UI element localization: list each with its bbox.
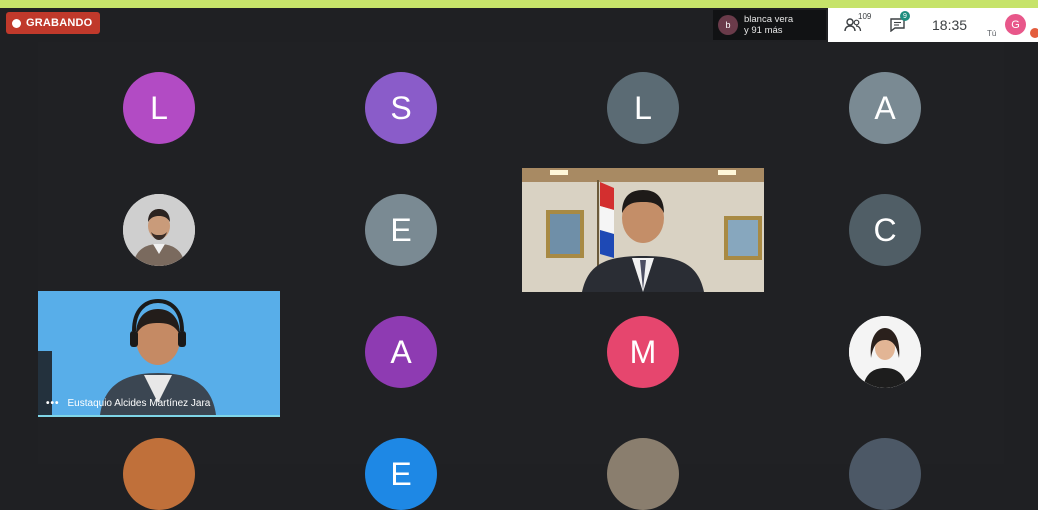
participant-avatar: S <box>365 72 437 144</box>
participant-name-tag: ••• Eustaquio Alcides Martínez Jara <box>46 398 210 409</box>
participants-count: 109 <box>858 12 872 21</box>
speaker-others: y 91 más <box>744 25 783 36</box>
participant-tile[interactable]: L <box>522 42 764 164</box>
participant-tile[interactable] <box>764 286 1006 408</box>
chat-badge: 9 <box>900 11 910 21</box>
self-label: Tú <box>987 29 997 38</box>
participant-photo <box>123 194 195 266</box>
participant-photo[interactable] <box>849 438 921 510</box>
participant-tile[interactable]: E <box>280 164 522 286</box>
participant-photo[interactable] <box>123 438 195 510</box>
recording-indicator: GRABANDO <box>6 12 101 34</box>
participant-avatar: A <box>849 72 921 144</box>
video-grid: L S L A E C ••• Eustaquio Alcides Martín… <box>38 42 1006 510</box>
meeting-toolbar: 109 9 18:35 Tú G <box>828 8 1038 42</box>
participant-tile[interactable]: L <box>38 42 280 164</box>
participant-avatar: C <box>849 194 921 266</box>
participant-video[interactable] <box>522 168 764 292</box>
participant-name: Eustaquio Alcides Martínez Jara <box>67 398 211 409</box>
participant-photo[interactable] <box>607 438 679 510</box>
record-dot-icon <box>12 18 21 28</box>
meeting-clock: 18:35 <box>932 17 968 33</box>
active-speaker-chip[interactable]: b blanca vera y 91 más <box>713 10 826 40</box>
participant-tile[interactable]: S <box>280 42 522 164</box>
participant-avatar: L <box>123 72 195 144</box>
self-status-badge <box>1030 28 1038 38</box>
speaker-name: blanca vera <box>744 14 794 25</box>
participant-tile[interactable]: A <box>764 42 1006 164</box>
participant-avatar: E <box>365 194 437 266</box>
participants-button[interactable]: 109 <box>844 12 871 32</box>
participant-avatar: M <box>607 316 679 388</box>
active-speaker-video[interactable]: ••• Eustaquio Alcides Martínez Jara <box>38 291 280 417</box>
speaker-avatar: b <box>718 15 738 35</box>
participant-avatar: A <box>365 316 437 388</box>
more-options-icon[interactable]: ••• <box>46 398 60 409</box>
top-accent-bar <box>0 0 1038 8</box>
participant-avatar[interactable]: E <box>365 438 437 510</box>
participant-tile[interactable]: M <box>522 286 764 408</box>
participant-tile[interactable] <box>38 164 280 286</box>
participant-tile[interactable]: A <box>280 286 522 408</box>
self-avatar[interactable]: G <box>1005 14 1026 35</box>
participant-photo <box>849 316 921 388</box>
participant-avatar: L <box>607 72 679 144</box>
chat-button[interactable]: 9 <box>890 11 910 32</box>
recording-label: GRABANDO <box>26 17 93 29</box>
participant-tile[interactable]: C <box>764 164 1006 286</box>
